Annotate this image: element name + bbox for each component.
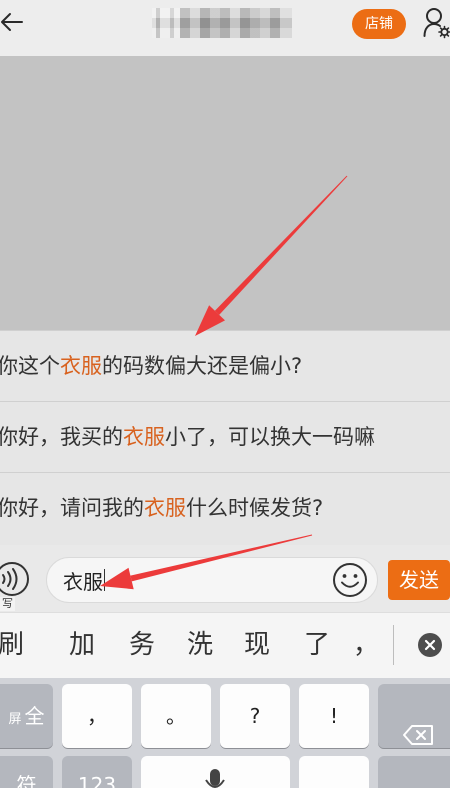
key-blank[interactable] — [299, 756, 369, 788]
chat-header: 店铺 — [0, 0, 450, 56]
key-fullscreen-toggle[interactable]: 屏全 — [0, 684, 53, 748]
chat-area — [0, 56, 450, 330]
key-backspace[interactable] — [378, 684, 450, 748]
key-label: 全 — [24, 704, 45, 728]
suggestion-text-before: 你这个 — [0, 354, 60, 378]
key-label: 123 — [77, 773, 117, 788]
key-exclamation[interactable]: ! — [299, 684, 369, 748]
suggestion-item[interactable]: 你好，我买的衣服小了，可以换大一码嘛 — [0, 402, 450, 473]
key-label: 符 — [16, 773, 37, 788]
message-input-value: 衣服 — [63, 569, 103, 594]
ime-candidate[interactable]: 了 — [304, 630, 330, 660]
send-button[interactable]: 发送 — [388, 560, 450, 600]
suggestion-keyword: 衣服 — [144, 496, 186, 520]
key-enter[interactable] — [378, 756, 450, 788]
suggestion-item[interactable]: 你好，请问我的衣服什么时候发货? — [0, 473, 450, 544]
suggestion-text: 你好，我买的衣服小了，可以换大一码嘛 — [0, 425, 375, 449]
key-comma[interactable]: ， — [62, 684, 132, 748]
suggestion-text: 你好，请问我的衣服什么时候发货? — [0, 496, 323, 520]
voice-tag: 写 — [0, 597, 15, 611]
ime-candidate[interactable]: 刷 — [0, 630, 24, 660]
key-period[interactable]: 。 — [141, 684, 211, 748]
arrow-left-icon[interactable] — [0, 10, 24, 34]
suggestion-text-before: 你好，请问我的 — [0, 496, 144, 520]
suggestion-keyword: 衣服 — [60, 354, 102, 378]
message-input[interactable]: 衣服 — [46, 557, 378, 603]
emoji-icon[interactable] — [332, 562, 368, 598]
voice-icon[interactable] — [0, 560, 31, 598]
key-label: ， — [87, 704, 107, 728]
suggestion-item[interactable]: 你这个衣服的码数偏大还是偏小? — [0, 331, 450, 402]
microphone-icon — [204, 768, 226, 788]
key-numbers[interactable]: 123 — [62, 756, 132, 788]
shop-button-label: 店铺 — [365, 16, 393, 32]
ime-candidate[interactable]: ， — [353, 630, 379, 660]
key-symbols[interactable]: 符 — [0, 756, 53, 788]
candidate-divider — [393, 625, 394, 665]
ime-candidate-bar — [0, 612, 450, 678]
suggestion-text-after: 什么时候发货? — [186, 496, 324, 520]
suggestion-text-before: 你好，我买的 — [0, 425, 123, 449]
ime-candidate[interactable]: 加 — [69, 630, 95, 660]
key-label: ! — [329, 704, 339, 728]
suggestion-text-after: 的码数偏大还是偏小? — [102, 354, 303, 378]
user-settings-icon[interactable] — [423, 7, 450, 39]
backspace-icon — [402, 707, 434, 745]
send-button-label: 发送 — [399, 568, 439, 592]
key-sub-label: 屏 — [8, 712, 22, 727]
ime-candidate[interactable]: 洗 — [187, 630, 213, 660]
key-question[interactable]: ? — [220, 684, 290, 748]
suggestion-keyword: 衣服 — [123, 425, 165, 449]
ime-candidate[interactable]: 务 — [129, 630, 155, 660]
suggestion-text: 你这个衣服的码数偏大还是偏小? — [0, 354, 302, 378]
key-label: ? — [249, 704, 261, 728]
ime-candidate[interactable]: 现 — [244, 630, 270, 660]
suggestion-list: 你这个衣服的码数偏大还是偏小? 你好，我买的衣服小了，可以换大一码嘛 你好，请问… — [0, 330, 450, 545]
shop-button[interactable]: 店铺 — [352, 9, 406, 39]
text-cursor — [104, 569, 105, 591]
key-label: 。 — [166, 704, 186, 728]
clear-circle-icon[interactable] — [418, 633, 442, 657]
blurred-title — [152, 8, 292, 38]
suggestion-text-after: 小了，可以换大一码嘛 — [165, 425, 375, 449]
key-voice-input[interactable] — [141, 756, 290, 788]
